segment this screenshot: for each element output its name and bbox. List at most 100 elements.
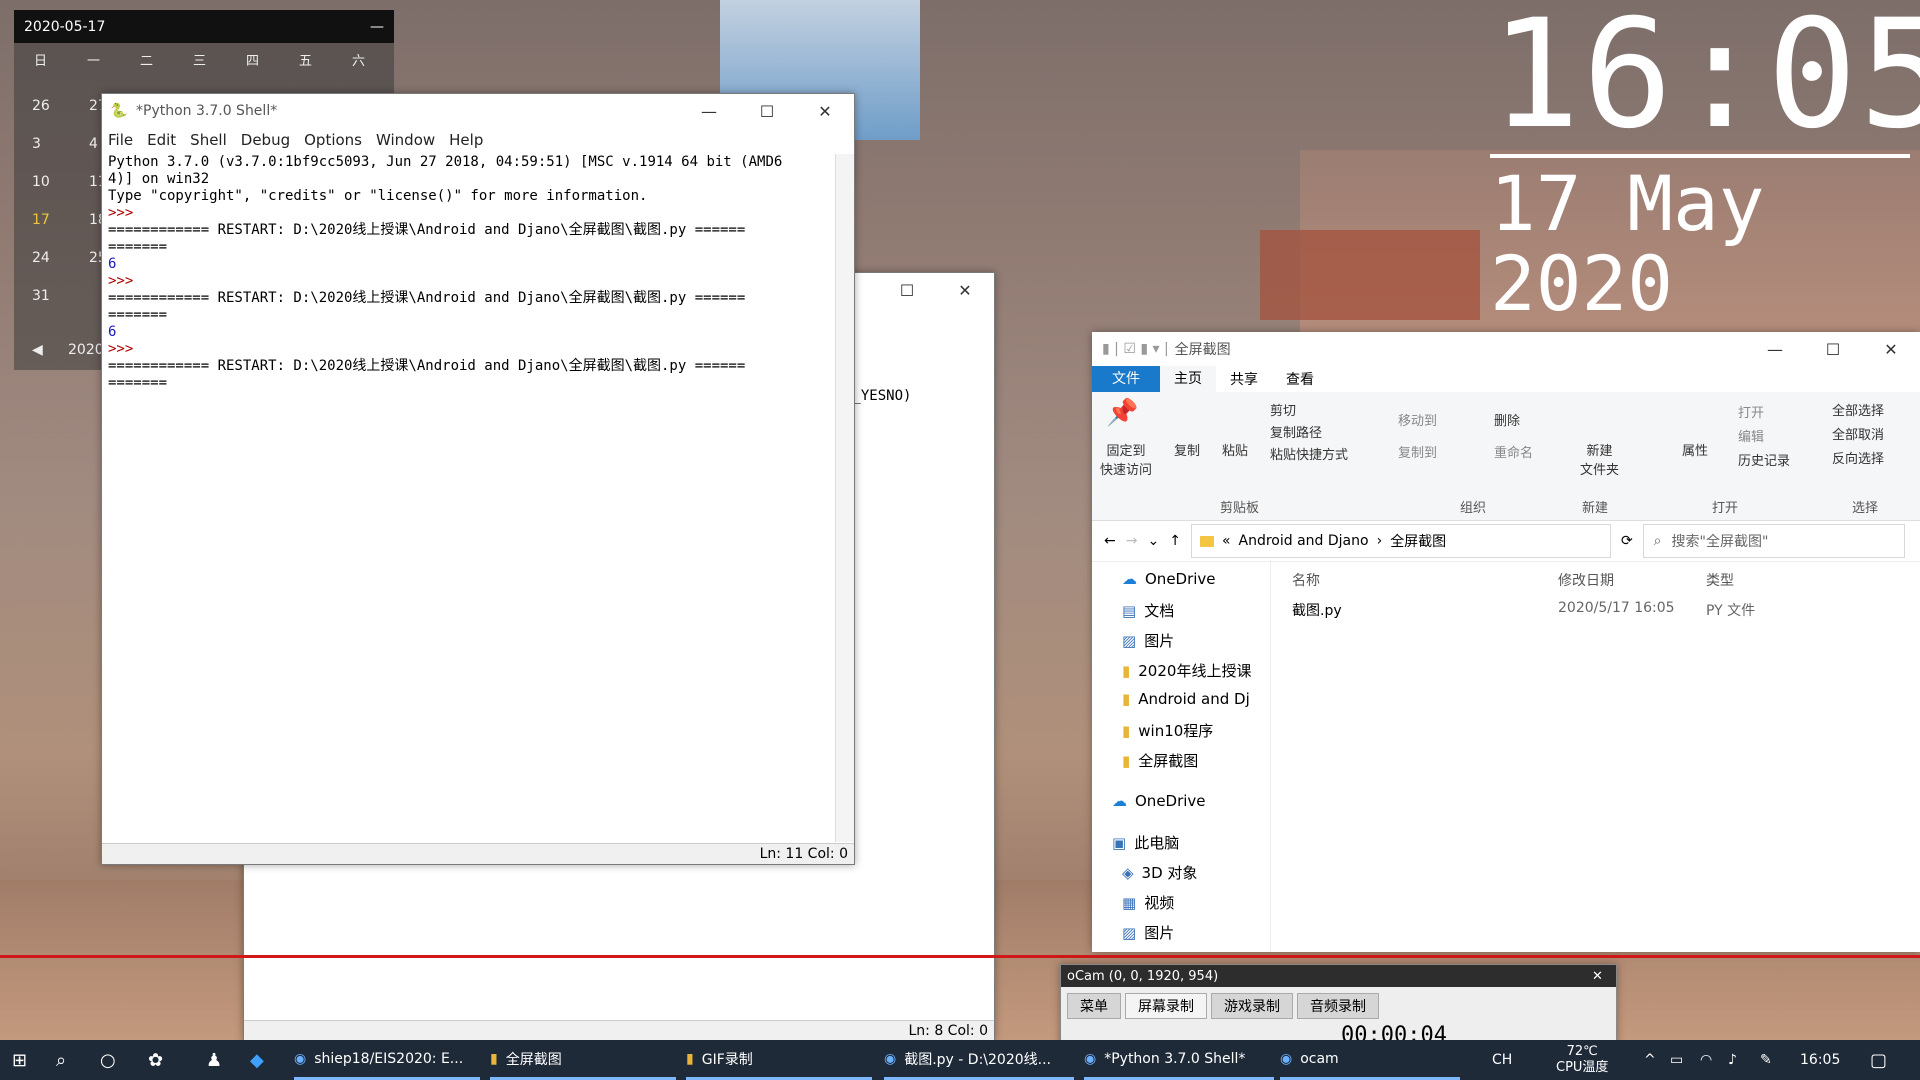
calendar-day[interactable]: 3 bbox=[32, 136, 41, 152]
start-icon[interactable]: ⊞ bbox=[12, 1040, 27, 1080]
shell-output[interactable]: Python 3.7.0 (v3.7.0:1bf9cc5093, Jun 27 … bbox=[104, 154, 834, 842]
table-row[interactable]: 截图.py 2020/5/17 16:05 PY 文件 bbox=[1292, 600, 1912, 620]
sidebar-item[interactable]: ▤ 文档 bbox=[1122, 600, 1174, 621]
tab-home[interactable]: 主页 bbox=[1160, 366, 1216, 392]
column-type[interactable]: 类型 bbox=[1706, 570, 1734, 590]
delete-button[interactable]: 删除 bbox=[1494, 410, 1520, 429]
qq-icon[interactable]: ♟ bbox=[206, 1040, 222, 1080]
taskbar-app[interactable]: ◉ 截图.py - D:\2020线... bbox=[884, 1040, 1074, 1080]
calendar-collapse-button[interactable]: — bbox=[370, 19, 384, 35]
wifi-icon[interactable]: ◠ bbox=[1700, 1040, 1712, 1080]
new-folder-button[interactable]: 新建 文件夹 bbox=[1580, 440, 1619, 478]
sidebar-item[interactable]: ▨ 图片 bbox=[1122, 630, 1174, 651]
calendar-day[interactable]: 4 bbox=[89, 136, 98, 152]
copy-button[interactable]: 复制 bbox=[1174, 440, 1200, 459]
notification-icon[interactable]: ▢ bbox=[1870, 1040, 1887, 1080]
task-view-icon[interactable]: ○ bbox=[100, 1040, 116, 1080]
properties-button[interactable]: 属性 bbox=[1682, 440, 1708, 459]
taskbar-app[interactable]: ▮ 全屏截图 bbox=[490, 1040, 676, 1080]
calendar-day[interactable]: 31 bbox=[32, 288, 50, 304]
app-launcher-icon[interactable]: ✿ bbox=[148, 1040, 163, 1080]
sidebar-item[interactable]: ▮ 全屏截图 bbox=[1122, 750, 1198, 771]
calendar-day[interactable]: 26 bbox=[32, 98, 50, 114]
recent-dropdown-icon[interactable]: ⌄ bbox=[1147, 533, 1159, 549]
taskbar-app[interactable]: ◉ *Python 3.7.0 Shell* bbox=[1084, 1040, 1274, 1080]
close-icon[interactable]: ✕ bbox=[936, 281, 994, 300]
open-button[interactable]: 打开 bbox=[1738, 402, 1764, 421]
tab-share[interactable]: 共享 bbox=[1216, 369, 1272, 389]
taskbar-app[interactable]: ▮ GIF录制 bbox=[686, 1040, 872, 1080]
menu-shell[interactable]: Shell bbox=[190, 131, 227, 149]
prev-month-icon[interactable]: ◀ bbox=[32, 342, 43, 358]
sidebar-item[interactable]: ▣ 此电脑 bbox=[1112, 832, 1179, 853]
menu-file[interactable]: File bbox=[108, 131, 133, 149]
close-icon[interactable]: ✕ bbox=[1862, 340, 1920, 359]
cpu-temperature[interactable]: 72℃ CPU温度 bbox=[1556, 1040, 1608, 1080]
menu-window[interactable]: Window bbox=[376, 131, 435, 149]
breadcrumb-item[interactable]: Android and Djano bbox=[1239, 533, 1369, 549]
paste-shortcut-button[interactable]: 粘贴快捷方式 bbox=[1270, 444, 1348, 463]
taskbar-app[interactable]: ◉ ocam bbox=[1280, 1040, 1460, 1080]
ocam-tab-menu[interactable]: 菜单 bbox=[1067, 993, 1121, 1019]
back-icon[interactable]: ← bbox=[1104, 533, 1116, 549]
ocam-window[interactable]: oCam (0, 0, 1920, 954) ✕ 菜单 屏幕录制 游戏录制 音频… bbox=[1060, 964, 1617, 1046]
tray-chevron-icon[interactable]: ^ bbox=[1644, 1040, 1656, 1080]
menu-options[interactable]: Options bbox=[304, 131, 362, 149]
pin-quick-access-button[interactable]: 固定到 快速访问 bbox=[1100, 440, 1152, 478]
select-all-button[interactable]: 全部选择 bbox=[1832, 400, 1884, 419]
refresh-icon[interactable]: ⟳ bbox=[1621, 533, 1633, 549]
taskbar-clock[interactable]: 16:05 bbox=[1800, 1040, 1840, 1080]
invert-selection-button[interactable]: 反向选择 bbox=[1832, 448, 1884, 467]
quick-access-toolbar[interactable]: ▮ | ☑ ▮ ▾ | bbox=[1102, 341, 1169, 357]
maximize-icon[interactable]: ☐ bbox=[738, 102, 796, 121]
breadcrumb-overflow[interactable]: « bbox=[1222, 533, 1231, 549]
ocam-tab-audio[interactable]: 音频录制 bbox=[1297, 993, 1379, 1019]
tab-view[interactable]: 查看 bbox=[1272, 369, 1328, 389]
file-name[interactable]: 截图.py bbox=[1292, 600, 1558, 620]
maximize-icon[interactable]: ☐ bbox=[878, 281, 936, 300]
menu-help[interactable]: Help bbox=[449, 131, 483, 149]
minimize-icon[interactable]: — bbox=[680, 102, 738, 121]
sidebar-item[interactable]: ▮ 2020年线上授课 bbox=[1122, 660, 1251, 681]
rename-button[interactable]: 重命名 bbox=[1494, 442, 1533, 461]
file-explorer-window[interactable]: ▮ | ☑ ▮ ▾ | 全屏截图 — ☐ ✕ 文件 主页 共享 查看 📌 固定到… bbox=[1092, 332, 1920, 952]
calendar-day[interactable]: 24 bbox=[32, 250, 50, 266]
close-icon[interactable]: ✕ bbox=[1592, 969, 1616, 984]
ocam-tab-screen[interactable]: 屏幕录制 bbox=[1125, 993, 1207, 1019]
tab-file[interactable]: 文件 bbox=[1092, 366, 1160, 392]
battery-icon[interactable]: ▭ bbox=[1670, 1040, 1683, 1080]
calendar-day-today[interactable]: 17 bbox=[32, 212, 50, 228]
address-bar[interactable]: « Android and Djano › 全屏截图 bbox=[1190, 524, 1611, 558]
move-to-button[interactable]: 移动到 bbox=[1398, 410, 1437, 429]
edit-button[interactable]: 编辑 bbox=[1738, 426, 1764, 445]
sidebar-item[interactable]: ▮ Android and Dj bbox=[1122, 690, 1250, 708]
volume-icon[interactable]: ♪ bbox=[1728, 1040, 1737, 1080]
taskbar-app[interactable]: ◉ shiep18/EIS2020: E... bbox=[294, 1040, 480, 1080]
sidebar-item[interactable]: ▮ win10程序 bbox=[1122, 720, 1213, 741]
paste-button[interactable]: 粘贴 bbox=[1222, 440, 1248, 459]
breadcrumb-separator[interactable]: › bbox=[1377, 533, 1383, 549]
search-input[interactable]: ⌕ 搜索"全屏截图" bbox=[1642, 524, 1905, 558]
breadcrumb-item-current[interactable]: 全屏截图 bbox=[1390, 531, 1446, 551]
sidebar-item[interactable]: ◈ 3D 对象 bbox=[1122, 862, 1197, 883]
ocam-tab-game[interactable]: 游戏录制 bbox=[1211, 993, 1293, 1019]
language-indicator[interactable]: CH bbox=[1492, 1040, 1512, 1080]
menu-edit[interactable]: Edit bbox=[147, 131, 176, 149]
search-icon[interactable]: ⌕ bbox=[56, 1040, 66, 1080]
copy-to-button[interactable]: 复制到 bbox=[1398, 442, 1437, 461]
vscode-icon[interactable]: ◆ bbox=[250, 1040, 264, 1080]
pen-icon[interactable]: ✎ bbox=[1760, 1040, 1772, 1080]
cut-button[interactable]: 剪切 bbox=[1270, 400, 1296, 419]
python-shell-window[interactable]: 🐍 *Python 3.7.0 Shell* — ☐ ✕ File Edit S… bbox=[101, 93, 855, 865]
close-icon[interactable]: ✕ bbox=[796, 102, 854, 121]
shell-scrollbar[interactable] bbox=[835, 154, 854, 842]
maximize-icon[interactable]: ☐ bbox=[1804, 340, 1862, 359]
sidebar-item[interactable]: ▨ 图片 bbox=[1122, 922, 1174, 943]
navigation-pane[interactable]: ☁ OneDrive ▤ 文档 ▨ 图片 ▮ 2020年线上授课 ▮ Android and Dj… bbox=[1092, 560, 1271, 952]
calendar-day[interactable]: 10 bbox=[32, 174, 50, 190]
select-none-button[interactable]: 全部取消 bbox=[1832, 424, 1884, 443]
file-list[interactable]: 名称 修改日期 类型 截图.py 2020/5/17 16:05 PY 文件 bbox=[1272, 560, 1920, 952]
minimize-icon[interactable]: — bbox=[1746, 340, 1804, 359]
up-icon[interactable]: ↑ bbox=[1169, 533, 1181, 549]
history-button[interactable]: 历史记录 bbox=[1738, 450, 1790, 469]
